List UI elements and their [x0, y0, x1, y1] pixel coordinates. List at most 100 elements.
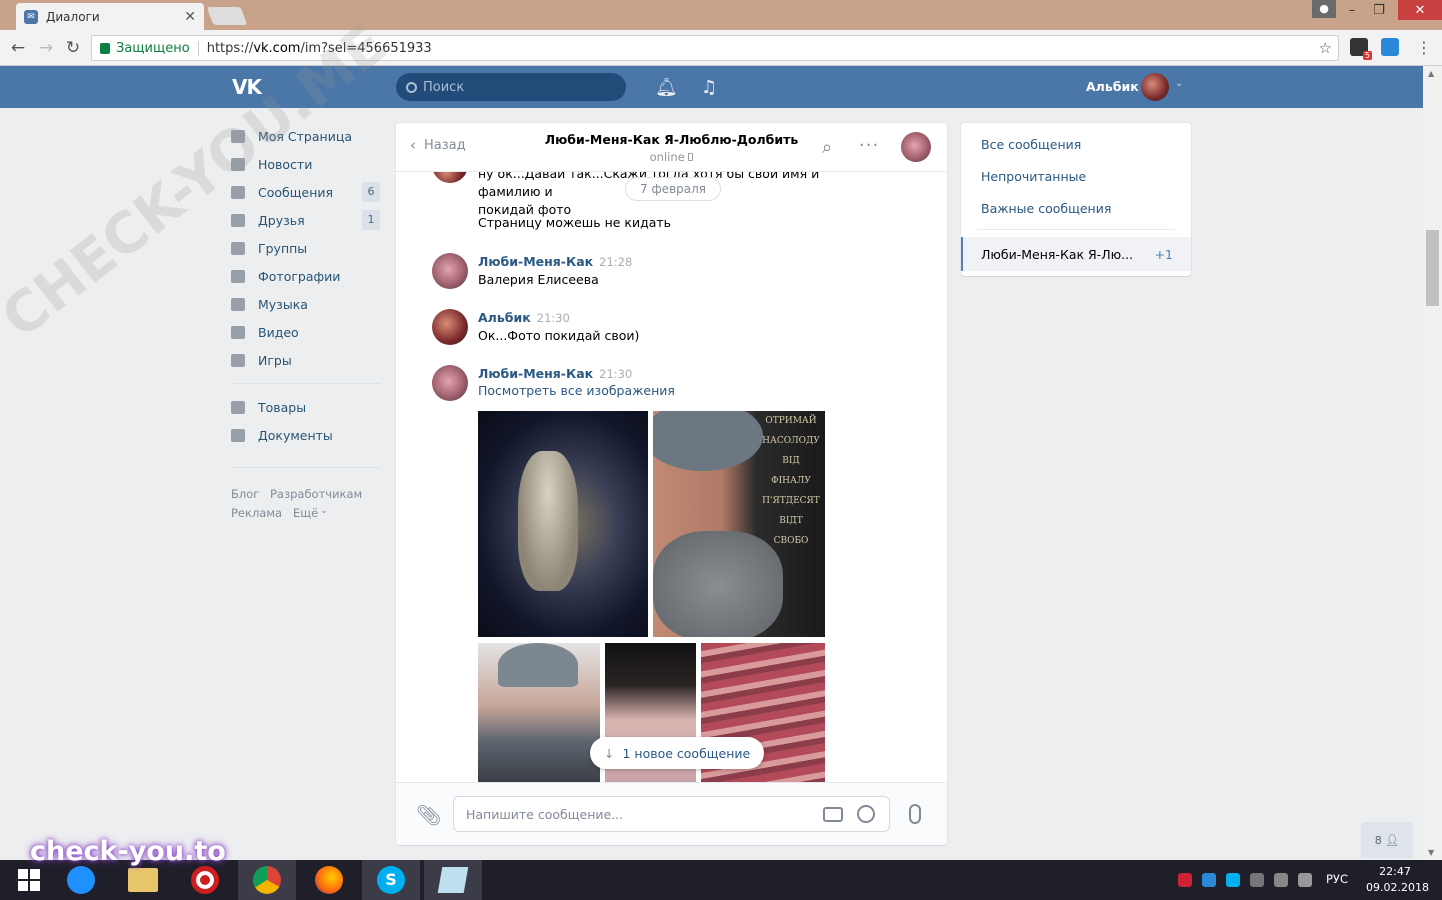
firefox-icon	[315, 866, 343, 894]
bell-icon[interactable]: 🔔︎	[655, 77, 678, 98]
music-note-icon[interactable]: ♫	[701, 77, 717, 98]
person-icon: 👤︎	[1385, 833, 1400, 847]
menu-label: Группы	[258, 240, 308, 256]
poster-line: ОТРИМАЙ	[765, 416, 817, 426]
poster-line: П'ЯТДЕСЯТ ВІДТ	[762, 496, 820, 526]
minimize-icon[interactable]: –	[1337, 0, 1367, 20]
extension-icon[interactable]: 5	[1350, 38, 1372, 60]
tray-expand-icon[interactable]	[1250, 873, 1264, 887]
photo-selfie-hat[interactable]: ОТРИМАЙ НАСОЛОДУ ВІД ФІНАЛУ П'ЯТДЕСЯТ ВІ…	[653, 411, 825, 637]
firefox-app[interactable]	[300, 860, 358, 900]
active-chat-item[interactable]: Люби-Меня-Как Я-Лю... +1	[961, 237, 1191, 271]
menu-item-goods[interactable]: Товары	[231, 393, 381, 421]
date-divider: 7 февраля	[625, 177, 722, 201]
restore-icon[interactable]: ❐	[1364, 0, 1394, 20]
secure-indicator[interactable]: Защищено	[100, 40, 199, 56]
footer-link-developers[interactable]: Разработчикам	[270, 487, 362, 501]
chevron-down-icon[interactable]: ⌄	[1175, 78, 1183, 89]
more-icon[interactable]: ···	[859, 135, 879, 156]
menu-divider	[231, 383, 381, 384]
notepad-app[interactable]	[424, 860, 482, 900]
back-arrow-icon[interactable]: ←	[8, 38, 28, 58]
menu-label: Друзья	[258, 212, 305, 228]
message-avatar[interactable]	[432, 365, 468, 401]
tray-app-icon[interactable]	[1178, 873, 1192, 887]
tray-shield-icon[interactable]	[1202, 873, 1216, 887]
page-scrollbar[interactable]	[1423, 66, 1442, 860]
menu-label: Видео	[258, 324, 299, 340]
chrome-menu-icon[interactable]: ⋮	[1416, 38, 1432, 57]
shield-extension-icon[interactable]	[1381, 38, 1399, 56]
network-icon[interactable]	[1274, 873, 1288, 887]
chrome-app[interactable]	[238, 860, 296, 900]
menu-item-friends[interactable]: Друзья	[231, 206, 381, 234]
message-author[interactable]: Альбик	[478, 310, 531, 325]
message-author[interactable]: Люби-Меня-Как	[478, 366, 593, 381]
mobile-icon	[688, 153, 694, 161]
skype-app[interactable]: S	[362, 860, 420, 900]
header-username[interactable]: Альбик	[1086, 79, 1139, 94]
search-input[interactable]: Поиск	[396, 73, 626, 101]
chat-avatar[interactable]	[901, 132, 931, 162]
language-indicator[interactable]: РУС	[1326, 872, 1348, 886]
reload-icon[interactable]: ↻	[63, 38, 83, 58]
new-tab-button[interactable]	[206, 7, 248, 25]
volume-icon[interactable]	[1298, 873, 1312, 887]
view-all-images-link[interactable]: Посмотреть все изображения	[478, 383, 675, 398]
poster-line: ФІНАЛУ	[771, 476, 811, 486]
footer-link-ads[interactable]: Реклама	[231, 506, 282, 520]
tray-skype-icon[interactable]	[1226, 873, 1240, 887]
camera-icon[interactable]	[823, 806, 843, 822]
menu-label: Сообщения	[258, 184, 334, 200]
message-avatar[interactable]	[432, 309, 468, 345]
search-icon[interactable]: ⌕	[822, 137, 832, 158]
close-icon[interactable]: ✕	[184, 9, 196, 25]
microphone-icon[interactable]	[909, 804, 921, 824]
footer-link-more[interactable]: Ещё	[293, 506, 318, 520]
menu-item-messages[interactable]: Сообщения	[231, 178, 381, 206]
menu-item-games[interactable]: Игры	[231, 346, 381, 374]
filter-important[interactable]: Важные сообщения	[981, 201, 1111, 216]
header-avatar[interactable]	[1141, 73, 1169, 101]
online-status-label: online	[649, 150, 685, 164]
window-close-icon[interactable]: ✕	[1398, 0, 1442, 20]
friends-online-button[interactable]: 8 👤︎	[1361, 822, 1413, 858]
message-avatar[interactable]	[432, 253, 468, 289]
dialog-panel: ‹ Назад Люби-Меня-Как Я-Люблю-Долбить on…	[396, 123, 947, 845]
paperclip-icon[interactable]: 📎︎	[416, 803, 441, 827]
message-time[interactable]: 21:30	[537, 311, 570, 325]
opera-icon	[191, 866, 219, 894]
address-bar[interactable]: Защищено https://vk.com/im?sel=456651933…	[91, 35, 1339, 61]
scroll-up-icon[interactable]: ▲	[1428, 69, 1434, 78]
menu-divider	[231, 467, 381, 468]
music-icon	[231, 297, 245, 311]
bookmark-star-icon[interactable]: ☆	[1319, 39, 1332, 57]
message-time[interactable]: 21:28	[599, 255, 632, 269]
new-message-pill[interactable]: ↓ 1 новое сообщение	[590, 737, 765, 769]
message-input[interactable]: Напишите сообщение...	[453, 796, 890, 832]
taskbar-clock[interactable]: 22:47 09.02.2018	[1366, 864, 1429, 896]
footer-link-blog[interactable]: Блог	[231, 487, 259, 501]
filter-unread[interactable]: Непрочитанные	[981, 169, 1086, 184]
scroll-down-icon[interactable]: ▼	[1428, 848, 1434, 857]
photo-girl-hat[interactable]	[478, 643, 600, 783]
menu-label: Игры	[258, 352, 292, 368]
message-author[interactable]: Люби-Меня-Как	[478, 254, 593, 269]
messages-filter-panel: Все сообщения Непрочитанные Важные сообщ…	[961, 123, 1191, 276]
scrollbar-thumb[interactable]	[1426, 230, 1439, 306]
profile-icon[interactable]: ●	[1312, 0, 1336, 18]
menu-item-photos[interactable]: Фотографии	[231, 262, 381, 290]
photo-teddy-bear[interactable]	[478, 411, 648, 637]
smile-icon[interactable]	[857, 805, 875, 823]
menu-item-music[interactable]: Музыка	[231, 290, 381, 318]
filter-all-messages[interactable]: Все сообщения	[981, 137, 1081, 152]
menu-item-video[interactable]: Видео	[231, 318, 381, 346]
forward-arrow-icon[interactable]: →	[36, 38, 56, 58]
skype-icon: S	[377, 866, 405, 894]
chevron-down-icon[interactable]: ⌄	[320, 506, 328, 516]
menu-item-documents[interactable]: Документы	[231, 421, 381, 449]
browser-tab[interactable]: ✉ Диалоги ✕	[16, 3, 204, 30]
menu-item-groups[interactable]: Группы	[231, 234, 381, 262]
message-time[interactable]: 21:30	[599, 367, 632, 381]
watermark-bottom: check-you.to	[30, 836, 226, 867]
